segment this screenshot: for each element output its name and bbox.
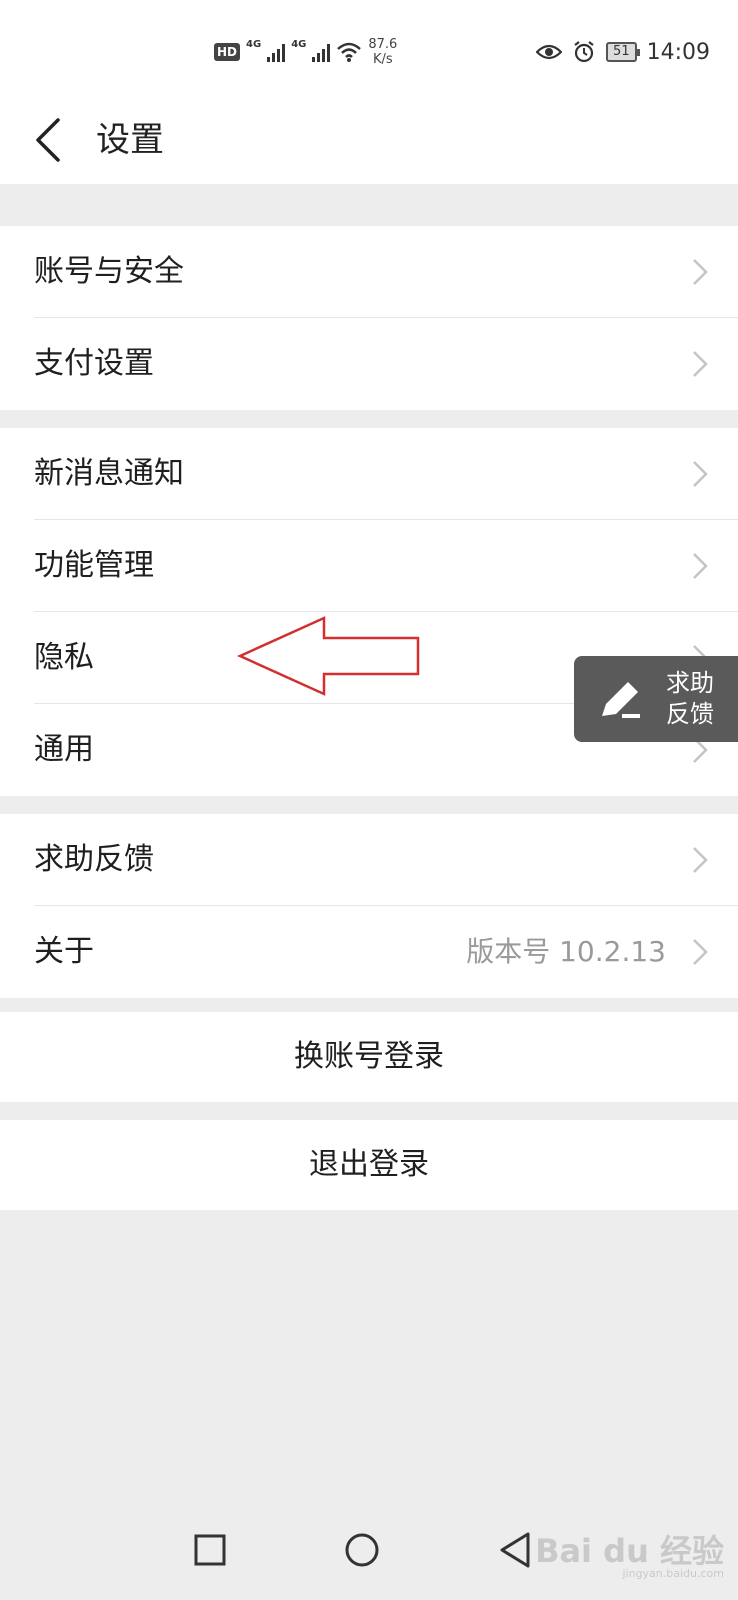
signal-icon-2 — [312, 42, 331, 62]
settings-group-help: 求助反馈 关于 版本号 10.2.13 — [0, 814, 738, 998]
item-label: 功能管理 — [34, 548, 154, 583]
chevron-right-icon — [693, 259, 708, 285]
item-label: 通用 — [34, 732, 94, 767]
wifi-icon — [337, 42, 362, 62]
network-type-1: 4G — [246, 38, 262, 50]
help-float-line1: 求助 — [666, 669, 714, 697]
nav-header: 设置 — [0, 96, 738, 184]
chevron-right-icon — [693, 939, 708, 965]
recent-apps-icon[interactable] — [180, 1520, 240, 1580]
settings-item-about[interactable]: 关于 版本号 10.2.13 — [0, 906, 738, 998]
settings-item-payment[interactable]: 支付设置 — [0, 318, 738, 410]
status-bar: HD 4G 4G 87.6 K/s 51 14:09 — [0, 0, 738, 96]
eye-icon — [536, 44, 563, 60]
settings-item-help-feedback[interactable]: 求助反馈 — [0, 814, 738, 906]
hd-badge: HD — [214, 43, 241, 61]
watermark-brand: Bai du 经验 — [535, 1532, 724, 1570]
help-float-label: 求助 反馈 — [666, 668, 730, 730]
help-float-line2: 反馈 — [666, 700, 714, 728]
back-arrow-icon[interactable] — [28, 114, 72, 166]
network-type-2: 4G — [291, 38, 307, 50]
signal-icon — [267, 42, 286, 62]
logout-button[interactable]: 退出登录 — [0, 1120, 738, 1210]
battery-indicator: 51 — [606, 42, 640, 62]
status-right: 51 14:09 — [536, 36, 710, 68]
item-label: 关于 — [34, 934, 94, 969]
item-label: 隐私 — [34, 640, 94, 675]
settings-item-features[interactable]: 功能管理 — [0, 520, 738, 612]
edit-pen-icon — [602, 682, 640, 718]
settings-item-notifications[interactable]: 新消息通知 — [0, 428, 738, 520]
item-label: 求助反馈 — [34, 842, 154, 877]
settings-group-account: 账号与安全 支付设置 — [0, 226, 738, 410]
annotation-arrow — [236, 616, 420, 696]
speed-value: 87.6 — [368, 37, 398, 52]
chevron-right-icon — [693, 461, 708, 487]
switch-account-button[interactable]: 换账号登录 — [0, 1012, 738, 1102]
help-feedback-float-button[interactable]: 求助 反馈 — [574, 656, 738, 742]
page-title: 设置 — [96, 120, 164, 160]
status-left: HD 4G 4G 87.6 K/s — [214, 36, 397, 68]
system-nav-bar: Bai du 经验 jingyan.baidu.com — [0, 1500, 738, 1600]
home-icon[interactable] — [332, 1520, 392, 1580]
version-text: 版本号 10.2.13 — [466, 935, 666, 968]
chevron-right-icon — [693, 351, 708, 377]
network-speed: 87.6 K/s — [368, 37, 397, 67]
settings-item-account-security[interactable]: 账号与安全 — [0, 226, 738, 318]
chevron-right-icon — [693, 553, 708, 579]
clock: 14:09 — [646, 39, 710, 65]
chevron-right-icon — [693, 847, 708, 873]
speed-unit: K/s — [372, 52, 393, 67]
baidu-watermark: Bai du 经验 jingyan.baidu.com — [535, 1534, 724, 1580]
item-label: 支付设置 — [34, 346, 154, 381]
item-label: 新消息通知 — [34, 456, 184, 491]
alarm-icon — [574, 41, 594, 63]
item-label: 账号与安全 — [34, 254, 184, 289]
